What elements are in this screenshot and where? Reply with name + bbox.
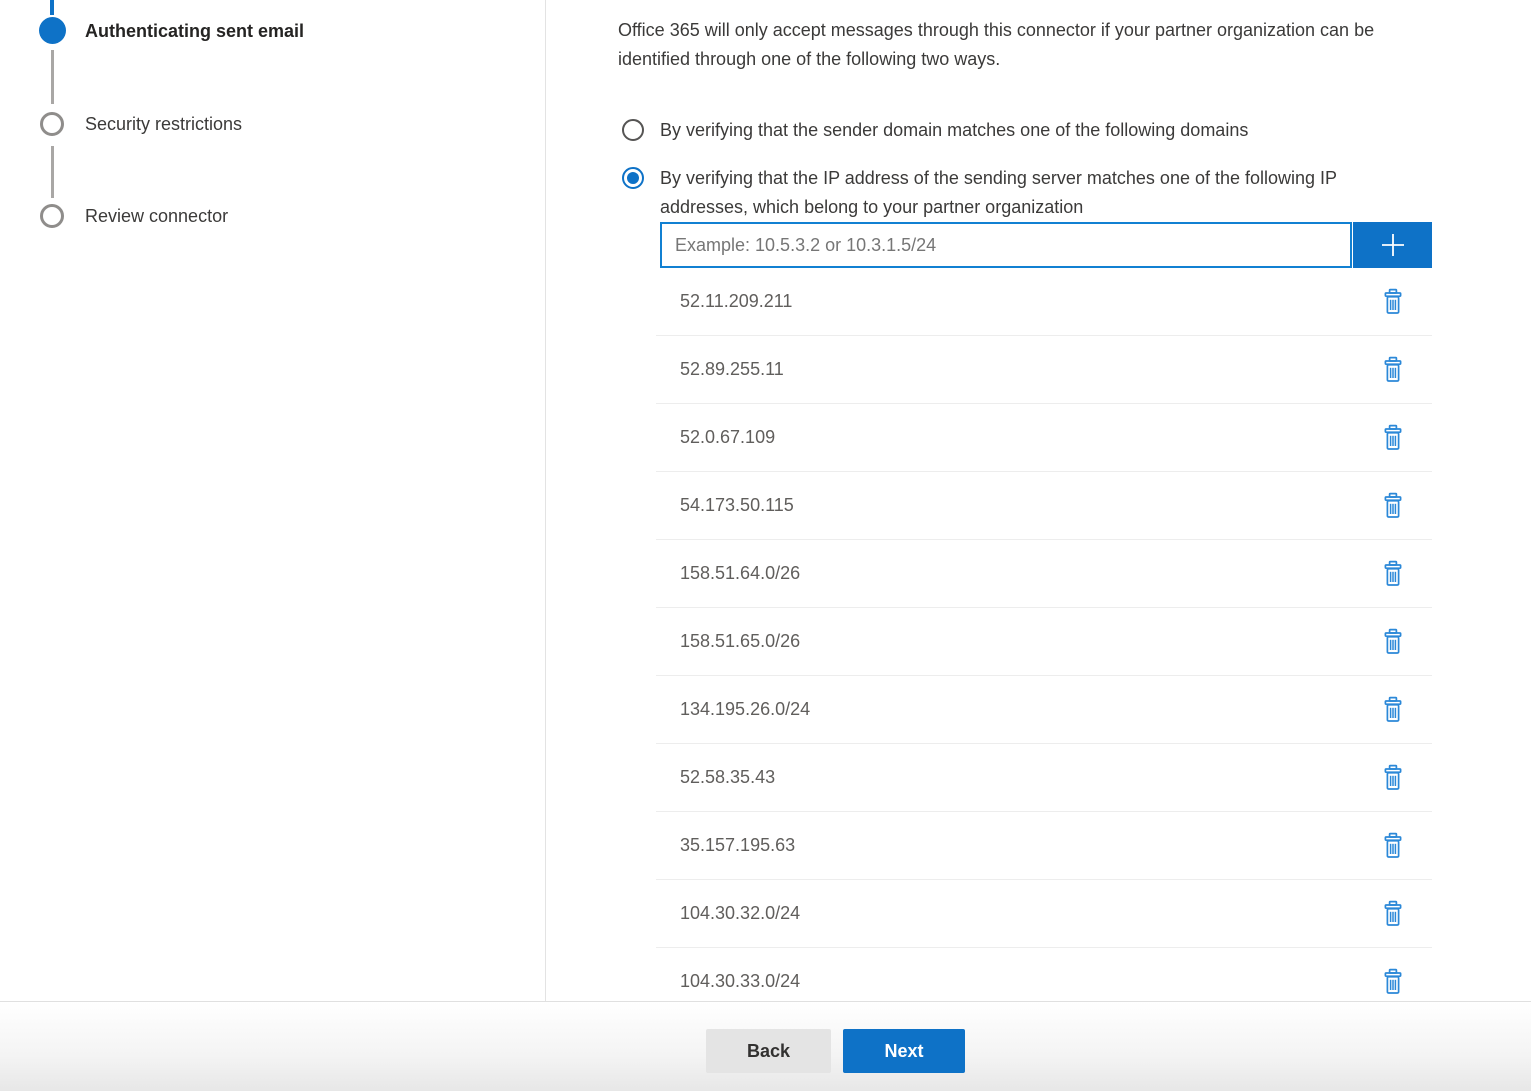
ip-input-container [660, 222, 1352, 268]
ip-row: 54.173.50.115 [656, 472, 1432, 540]
ip-address-text: 158.51.65.0/26 [680, 631, 800, 652]
ip-row: 52.89.255.11 [656, 336, 1432, 404]
intro-line-2: identified through one of the following … [618, 45, 1531, 74]
trash-icon [1382, 764, 1404, 791]
step-security-restrictions: Security restrictions [85, 111, 242, 137]
intro-line-1: Office 365 will only accept messages thr… [618, 16, 1531, 45]
radio-verify-domain[interactable] [622, 119, 644, 141]
ip-address-text: 52.89.255.11 [680, 359, 784, 380]
plus-icon [1378, 230, 1408, 260]
delete-ip-button[interactable] [1376, 421, 1410, 455]
delete-ip-button[interactable] [1376, 693, 1410, 727]
trash-icon [1382, 832, 1404, 859]
ip-row: 158.51.64.0/26 [656, 540, 1432, 608]
ip-address-text: 158.51.64.0/26 [680, 563, 800, 584]
trash-icon [1382, 492, 1404, 519]
step-review-connector: Review connector [85, 203, 228, 229]
delete-ip-button[interactable] [1376, 353, 1410, 387]
ip-address-text: 52.58.35.43 [680, 767, 775, 788]
delete-ip-button[interactable] [1376, 625, 1410, 659]
ip-row: 158.51.65.0/26 [656, 608, 1432, 676]
step-indicator-current [39, 17, 66, 44]
back-button[interactable]: Back [706, 1029, 831, 1073]
ip-address-text: 134.195.26.0/24 [680, 699, 810, 720]
trash-icon [1382, 424, 1404, 451]
radio-verify-ip-label-line-1: By verifying that the IP address of the … [660, 164, 1337, 193]
ip-address-text: 54.173.50.115 [680, 495, 794, 516]
wizard-footer: Back Next [0, 1001, 1531, 1091]
step-indicator-upcoming [40, 204, 64, 228]
ip-address-text: 52.11.209.211 [680, 291, 792, 312]
trash-icon [1382, 356, 1404, 383]
ip-row: 134.195.26.0/24 [656, 676, 1432, 744]
delete-ip-button[interactable] [1376, 761, 1410, 795]
trash-icon [1382, 900, 1404, 927]
ip-address-list: 52.11.209.211 52.89.255.11 [656, 268, 1432, 1016]
delete-ip-button[interactable] [1376, 829, 1410, 863]
radio-verify-domain-label[interactable]: By verifying that the sender domain matc… [660, 116, 1248, 145]
ip-address-text: 104.30.32.0/24 [680, 903, 800, 924]
ip-address-text: 104.30.33.0/24 [680, 971, 800, 992]
connector-wizard-page: Authenticating sent email Security restr… [0, 0, 1531, 1091]
delete-ip-button[interactable] [1376, 897, 1410, 931]
trash-icon [1382, 696, 1404, 723]
step-connector-line [51, 50, 54, 104]
delete-ip-button[interactable] [1376, 285, 1410, 319]
step-indicator-upcoming [40, 112, 64, 136]
ip-row: 52.11.209.211 [656, 268, 1432, 336]
ip-row: 104.30.32.0/24 [656, 880, 1432, 948]
panel-divider [545, 0, 546, 1001]
trash-icon [1382, 560, 1404, 587]
delete-ip-button[interactable] [1376, 965, 1410, 999]
radio-verify-ip-label-line-2: addresses, which belong to your partner … [660, 193, 1337, 222]
ip-row: 52.0.67.109 [656, 404, 1432, 472]
trash-icon [1382, 288, 1404, 315]
intro-text: Office 365 will only accept messages thr… [618, 16, 1531, 74]
add-ip-button[interactable] [1353, 222, 1432, 268]
radio-verify-ip[interactable] [622, 167, 644, 189]
trash-icon [1382, 968, 1404, 995]
delete-ip-button[interactable] [1376, 557, 1410, 591]
ip-row: 35.157.195.63 [656, 812, 1432, 880]
ip-address-text: 35.157.195.63 [680, 835, 795, 856]
radio-verify-ip-label[interactable]: By verifying that the IP address of the … [660, 164, 1337, 222]
trash-icon [1382, 628, 1404, 655]
step-connector-line [51, 146, 54, 198]
ip-row: 52.58.35.43 [656, 744, 1432, 812]
previous-step-connector-line [50, 0, 54, 15]
ip-address-input[interactable] [662, 224, 1350, 266]
delete-ip-button[interactable] [1376, 489, 1410, 523]
next-button[interactable]: Next [843, 1029, 965, 1073]
step-authenticating-sent-email: Authenticating sent email [85, 18, 304, 44]
ip-address-text: 52.0.67.109 [680, 427, 775, 448]
